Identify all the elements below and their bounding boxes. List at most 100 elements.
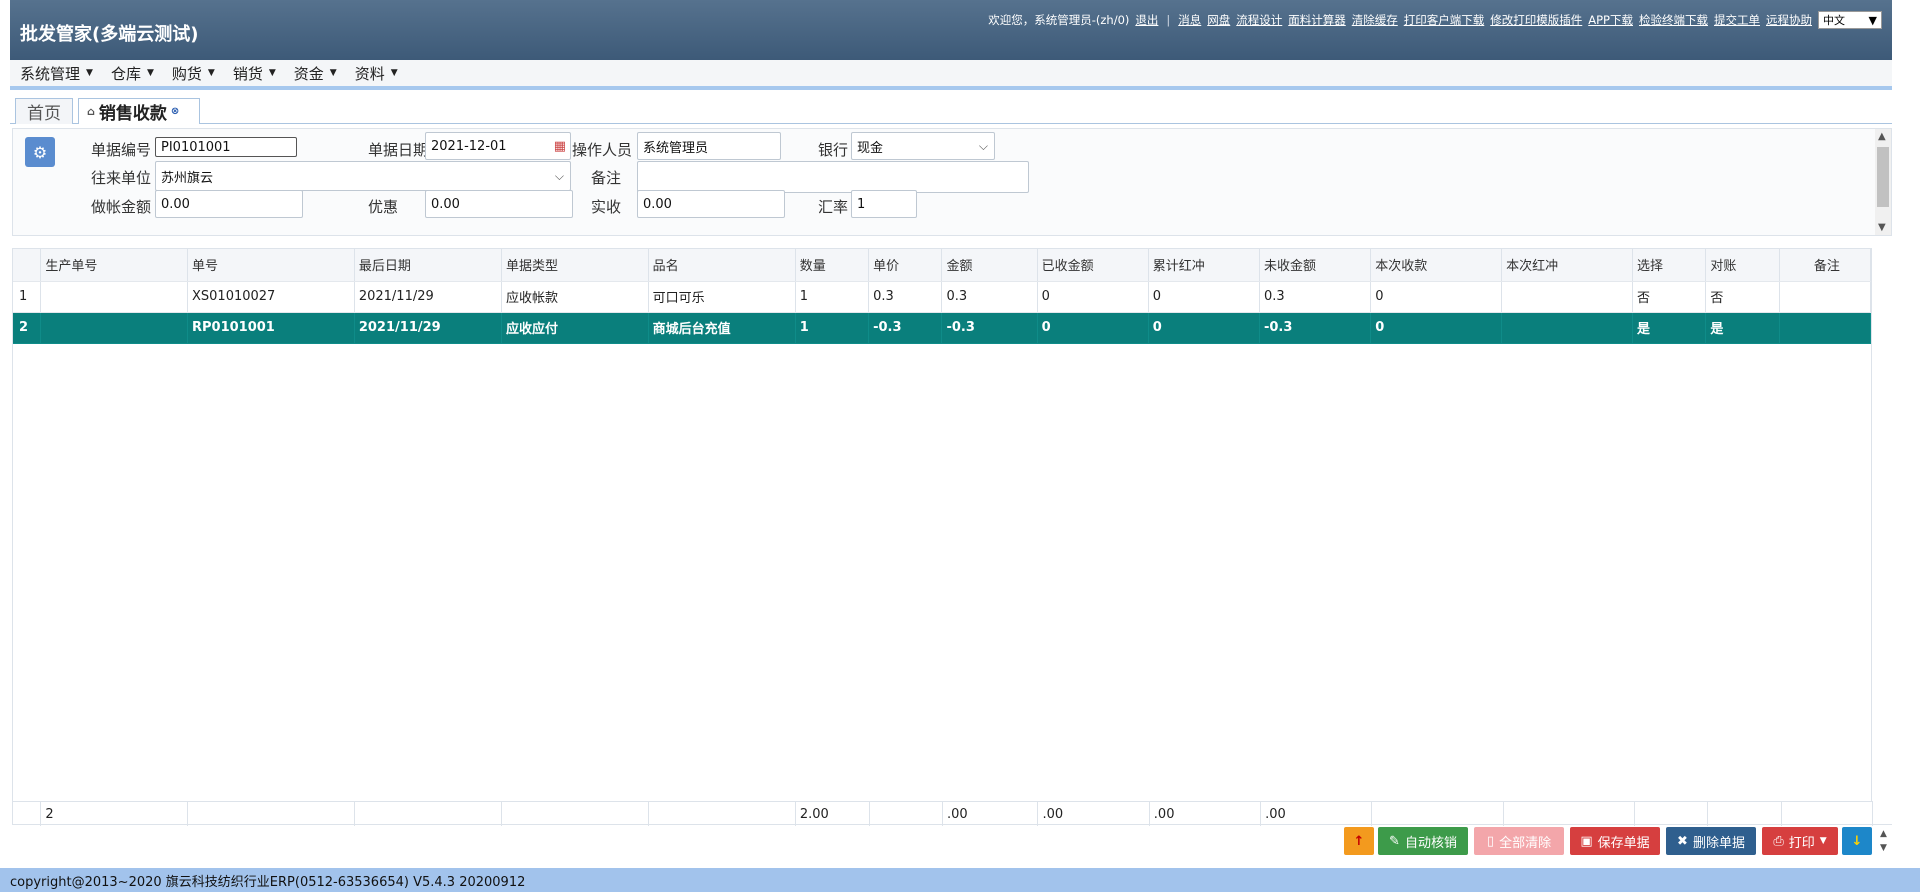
operator-field[interactable]: 系统管理员: [637, 132, 781, 160]
tab-sales-receipt[interactable]: ⌂ 销售收款 ⊗: [78, 98, 200, 124]
print-client-download-link[interactable]: 打印客户端下载: [1404, 12, 1485, 28]
cell-product-name[interactable]: 商城后台充值: [648, 312, 796, 344]
close-tab-icon[interactable]: ⊗: [171, 106, 179, 117]
cell-note[interactable]: [1779, 312, 1872, 344]
save-document-button[interactable]: ▣ 保存单据: [1570, 827, 1660, 855]
table-row-selected[interactable]: 2 RP0101001 2021/11/29 应收应付 商城后台充值 1 -0.…: [13, 312, 1872, 344]
col-header-product-name[interactable]: 品名: [648, 249, 796, 282]
col-header-current-receipt[interactable]: 本次收款: [1370, 249, 1503, 282]
doc-date-field[interactable]: 2021-12-01 ▦: [425, 132, 571, 160]
rate-field[interactable]: 1: [851, 190, 917, 218]
cell-quantity[interactable]: 1: [795, 281, 870, 313]
submit-ticket-link[interactable]: 提交工单: [1714, 12, 1760, 28]
language-select[interactable]: 中文 ▼: [1818, 11, 1882, 29]
inspection-terminal-download-link[interactable]: 检验终端下载: [1639, 12, 1708, 28]
col-header-quantity[interactable]: 数量: [795, 249, 870, 282]
book-amount-field[interactable]: 0.00: [155, 190, 303, 218]
cell-select[interactable]: 否: [1632, 281, 1707, 313]
cell-received-amount[interactable]: 0: [1037, 312, 1149, 344]
action-scrollbar[interactable]: ▲ ▼: [1876, 825, 1892, 857]
cell-doc-type[interactable]: 应收帐款: [501, 281, 649, 313]
print-template-plugin-link[interactable]: 修改打印模版插件: [1490, 12, 1582, 28]
cell-current-receipt[interactable]: 0: [1370, 312, 1503, 344]
menu-finance[interactable]: 资金 ▼: [294, 63, 337, 84]
cell-note[interactable]: [1779, 281, 1872, 313]
cell-product-name[interactable]: 可口可乐: [648, 281, 796, 313]
col-header-cumulative-reversal[interactable]: 累计红冲: [1148, 249, 1260, 282]
received-field[interactable]: 0.00: [637, 190, 785, 218]
menu-system-management[interactable]: 系统管理 ▼: [20, 63, 93, 84]
scroll-down-icon[interactable]: ▼: [1878, 222, 1886, 233]
cell-unit-price[interactable]: 0.3: [868, 281, 943, 313]
cell-select[interactable]: 是: [1632, 312, 1707, 344]
clear-cache-link[interactable]: 清除缓存: [1352, 12, 1398, 28]
col-header-doc-type[interactable]: 单据类型: [501, 249, 649, 282]
cell-received-amount[interactable]: 0: [1037, 281, 1149, 313]
calendar-icon[interactable]: ▦: [554, 139, 566, 154]
cell-amount[interactable]: -0.3: [941, 312, 1038, 344]
cell-current-reversal[interactable]: [1501, 281, 1633, 313]
caret-down-icon[interactable]: ▼: [1820, 836, 1827, 846]
doc-no-field[interactable]: PI0101001: [155, 137, 297, 157]
scroll-up-icon[interactable]: ▲: [1880, 829, 1887, 839]
cell-production-no[interactable]: [40, 312, 188, 344]
messages-link[interactable]: 消息: [1178, 12, 1201, 28]
cell-current-receipt[interactable]: 0: [1370, 281, 1503, 313]
remark-field[interactable]: [637, 161, 1029, 193]
col-header-unit-price[interactable]: 单价: [868, 249, 943, 282]
auto-writeoff-button[interactable]: ✎ 自动核销: [1378, 827, 1468, 855]
menu-warehouse[interactable]: 仓库 ▼: [111, 63, 154, 84]
discount-field[interactable]: 0.00: [425, 190, 573, 218]
scroll-thumb[interactable]: [1877, 147, 1889, 207]
app-title: 批发管家(多端云测试): [20, 24, 199, 45]
menu-sales[interactable]: 销货 ▼: [233, 63, 276, 84]
cell-reconcile[interactable]: 否: [1705, 281, 1780, 313]
bank-select[interactable]: 现金 ⌵: [851, 132, 995, 160]
cell-doc-type[interactable]: 应收应付: [501, 312, 649, 344]
col-header-current-reversal[interactable]: 本次红冲: [1501, 249, 1633, 282]
cell-amount[interactable]: 0.3: [941, 281, 1038, 313]
print-button[interactable]: ⎙ 打印 ▼: [1762, 827, 1838, 855]
clear-all-button[interactable]: ▯ 全部清除: [1474, 827, 1564, 855]
cell-reconcile[interactable]: 是: [1705, 312, 1780, 344]
tab-home[interactable]: 首页: [15, 98, 73, 124]
cell-cumulative-reversal[interactable]: 0: [1148, 281, 1260, 313]
scroll-up-icon[interactable]: ▲: [1878, 131, 1886, 142]
delete-document-button[interactable]: ✖ 删除单据: [1666, 827, 1756, 855]
cell-doc-no[interactable]: RP0101001: [187, 312, 355, 344]
cell-cumulative-reversal[interactable]: 0: [1148, 312, 1260, 344]
cell-production-no[interactable]: [40, 281, 188, 313]
menu-data[interactable]: 资料 ▼: [355, 63, 398, 84]
cell-current-reversal[interactable]: [1501, 312, 1633, 344]
partner-select[interactable]: 苏州旗云 ⌵: [155, 161, 571, 191]
scroll-down-icon[interactable]: ▼: [1880, 843, 1887, 853]
cell-last-date[interactable]: 2021/11/29: [354, 312, 502, 344]
move-up-button[interactable]: ↑: [1344, 827, 1374, 855]
col-header-select[interactable]: 选择: [1632, 249, 1707, 282]
fabric-calculator-link[interactable]: 面料计算器: [1288, 12, 1346, 28]
col-header-received-amount[interactable]: 已收金额: [1037, 249, 1149, 282]
menu-purchase[interactable]: 购货 ▼: [172, 63, 215, 84]
workflow-design-link[interactable]: 流程设计: [1236, 12, 1282, 28]
netdisk-link[interactable]: 网盘: [1207, 12, 1230, 28]
cell-unit-price[interactable]: -0.3: [868, 312, 943, 344]
table-row[interactable]: 1 XS01010027 2021/11/29 应收帐款 可口可乐 1 0.3 …: [13, 281, 1872, 313]
col-header-unreceived-amount[interactable]: 未收金额: [1259, 249, 1372, 282]
col-header-last-date[interactable]: 最后日期: [354, 249, 502, 282]
move-down-button[interactable]: ↓: [1842, 827, 1872, 855]
logout-link[interactable]: 退出: [1135, 12, 1158, 28]
cell-doc-no[interactable]: XS01010027: [187, 281, 355, 313]
col-header-production-no[interactable]: 生产单号: [40, 249, 188, 282]
settings-button[interactable]: ⚙: [25, 137, 55, 167]
cell-quantity[interactable]: 1: [795, 312, 870, 344]
cell-unreceived-amount[interactable]: -0.3: [1259, 312, 1372, 344]
remote-assist-link[interactable]: 远程协助: [1766, 12, 1812, 28]
form-scrollbar[interactable]: ▲ ▼: [1875, 129, 1891, 235]
cell-last-date[interactable]: 2021/11/29: [354, 281, 502, 313]
app-download-link[interactable]: APP下载: [1588, 12, 1633, 28]
col-header-doc-no[interactable]: 单号: [187, 249, 355, 282]
cell-unreceived-amount[interactable]: 0.3: [1259, 281, 1372, 313]
col-header-note[interactable]: 备注: [1779, 249, 1872, 282]
col-header-reconcile[interactable]: 对账: [1705, 249, 1780, 282]
col-header-amount[interactable]: 金额: [941, 249, 1038, 282]
